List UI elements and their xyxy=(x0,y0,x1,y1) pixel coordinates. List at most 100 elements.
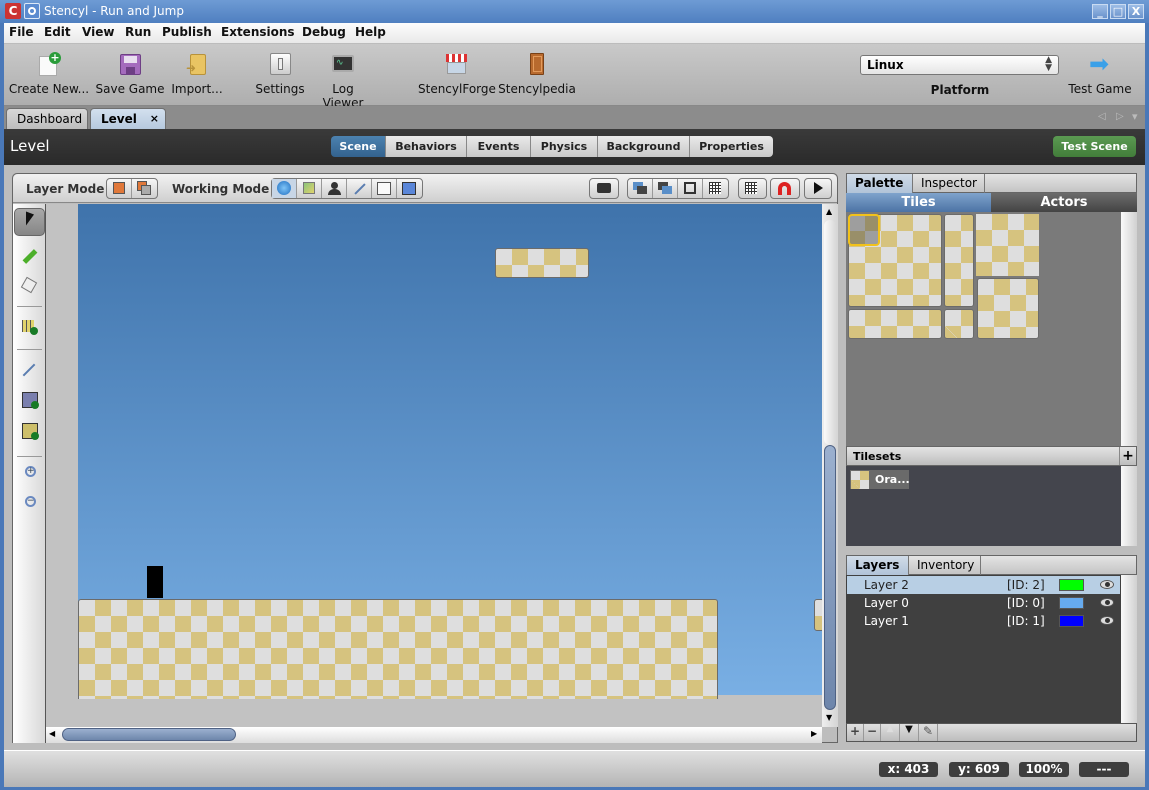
tab-physics[interactable]: Physics xyxy=(531,136,598,157)
platform-select[interactable]: Linux ▲ ▼ xyxy=(860,55,1059,75)
close-button[interactable]: X xyxy=(1128,4,1144,19)
menu-run[interactable]: Run xyxy=(125,25,151,39)
tab-tiles[interactable]: Tiles xyxy=(846,193,991,212)
tab-behaviors[interactable]: Behaviors xyxy=(386,136,467,157)
play-icon[interactable] xyxy=(805,179,831,198)
menu-publish[interactable]: Publish xyxy=(162,25,212,39)
settings-button[interactable]: Settings xyxy=(254,52,306,96)
menu-file[interactable]: File xyxy=(9,25,34,39)
layer-color-swatch[interactable] xyxy=(1059,579,1084,591)
test-scene-button[interactable]: Test Scene xyxy=(1053,136,1136,157)
region-mode-icon[interactable] xyxy=(372,179,397,198)
tab-inspector[interactable]: Inspector xyxy=(913,174,985,193)
selected-tile[interactable] xyxy=(848,214,880,246)
layer-row[interactable]: Layer 1 [ID: 1] xyxy=(847,612,1120,630)
tile-mode-icon[interactable] xyxy=(297,179,322,198)
player-actor[interactable] xyxy=(147,566,163,598)
tab-actors[interactable]: Actors xyxy=(991,193,1137,212)
grid-view-icon[interactable] xyxy=(703,179,728,198)
tab-next-icon[interactable]: ▷ xyxy=(1116,111,1124,122)
save-game-button[interactable]: Save Game xyxy=(94,52,166,96)
zoom-in-tool[interactable]: + xyxy=(14,462,45,490)
vertical-scroll-thumb[interactable] xyxy=(824,445,836,710)
test-game-button[interactable]: ➡ Test Game xyxy=(1064,52,1136,96)
tab-prev-icon[interactable]: ◁ xyxy=(1098,111,1106,122)
menu-edit[interactable]: Edit xyxy=(44,25,71,39)
tab-events[interactable]: Events xyxy=(467,136,531,157)
zoom-out-tool[interactable]: − xyxy=(14,492,45,520)
bucket-fill-tool[interactable] xyxy=(14,272,45,300)
tile-swatch[interactable] xyxy=(848,309,942,339)
layer-row[interactable]: Layer 2 [ID: 2] xyxy=(847,576,1120,594)
floating-platform[interactable] xyxy=(495,248,589,278)
tile-swatch[interactable] xyxy=(977,278,1039,339)
screen-bounds-icon[interactable] xyxy=(678,179,703,198)
stencylpedia-button[interactable]: Stencylpedia xyxy=(498,52,576,96)
palette-scrollbar[interactable] xyxy=(1121,212,1137,446)
tile-swatch[interactable] xyxy=(944,309,974,339)
add-tileset-button[interactable]: + xyxy=(1119,447,1136,465)
tab-properties[interactable]: Properties xyxy=(690,136,773,157)
tab-level[interactable]: Level × xyxy=(90,108,166,129)
layer-color-swatch[interactable] xyxy=(1059,615,1084,627)
window-menu-icon[interactable] xyxy=(24,3,40,19)
add-layer-button[interactable]: + xyxy=(847,724,864,741)
create-new-button[interactable]: + Create New... xyxy=(8,52,90,96)
terrain-tool[interactable] xyxy=(14,418,45,446)
globe-mode-icon[interactable] xyxy=(272,179,297,198)
tab-inventory[interactable]: Inventory xyxy=(909,556,981,575)
horizontal-scroll-thumb[interactable] xyxy=(62,728,236,741)
select-tool[interactable] xyxy=(14,208,45,236)
tab-background[interactable]: Background xyxy=(598,136,690,157)
camera-icon[interactable] xyxy=(590,179,618,198)
horizontal-scrollbar[interactable]: ◀ ▶ xyxy=(46,727,822,743)
grid-settings-icon[interactable] xyxy=(739,179,766,198)
eye-icon[interactable] xyxy=(1100,616,1114,625)
move-layer-down-button[interactable]: ▼ xyxy=(900,724,919,741)
background-view-icon[interactable] xyxy=(628,179,653,198)
maximize-button[interactable]: □ xyxy=(1110,4,1126,19)
tile-stamp-tool[interactable] xyxy=(14,314,45,342)
actor-mode-icon[interactable] xyxy=(322,179,347,198)
terrain-mode-icon[interactable] xyxy=(397,179,422,198)
tileset-item[interactable]: Ora... xyxy=(850,470,910,489)
menu-help[interactable]: Help xyxy=(355,25,386,39)
joint-tool[interactable] xyxy=(14,356,45,384)
tile-swatch[interactable] xyxy=(976,214,1039,276)
layer-row[interactable]: Layer 0 [ID: 0] xyxy=(847,594,1120,612)
tile-swatch[interactable] xyxy=(944,214,974,307)
tab-layers[interactable]: Layers xyxy=(847,556,909,575)
move-layer-up-button[interactable]: ▲ xyxy=(881,724,900,741)
all-layers-mode-button[interactable] xyxy=(132,179,157,198)
scroll-down-icon[interactable]: ▼ xyxy=(826,713,832,722)
close-tab-icon[interactable]: × xyxy=(150,112,159,125)
region-tool[interactable] xyxy=(14,387,45,415)
ground-platform[interactable] xyxy=(78,599,718,699)
scroll-right-icon[interactable]: ▶ xyxy=(811,729,817,738)
eye-icon[interactable] xyxy=(1100,598,1114,607)
menu-view[interactable]: View xyxy=(82,25,114,39)
tilesets-scrollbar[interactable] xyxy=(1121,466,1137,546)
log-viewer-button[interactable]: ∿ Log Viewer xyxy=(310,52,376,110)
magnet-snap-icon[interactable] xyxy=(771,179,799,198)
eye-icon[interactable] xyxy=(1100,580,1114,589)
menu-debug[interactable]: Debug xyxy=(302,25,346,39)
stencylforge-button[interactable]: StencylForge xyxy=(418,52,496,96)
edge-platform[interactable] xyxy=(814,599,822,631)
tab-palette[interactable]: Palette xyxy=(847,174,913,193)
tab-scene[interactable]: Scene xyxy=(331,136,386,157)
scene-canvas[interactable] xyxy=(46,204,822,727)
tab-dashboard[interactable]: Dashboard xyxy=(6,108,88,129)
remove-layer-button[interactable]: − xyxy=(864,724,881,741)
pencil-tool[interactable] xyxy=(14,242,45,270)
layer-color-swatch[interactable] xyxy=(1059,597,1084,609)
minimize-button[interactable]: _ xyxy=(1092,4,1108,19)
joint-mode-icon[interactable] xyxy=(347,179,372,198)
menu-extensions[interactable]: Extensions xyxy=(221,25,295,39)
single-layer-mode-button[interactable] xyxy=(107,179,132,198)
scroll-up-icon[interactable]: ▲ xyxy=(826,207,832,216)
scroll-left-icon[interactable]: ◀ xyxy=(49,729,55,738)
rename-layer-button[interactable]: ✎ xyxy=(919,724,938,741)
tab-list-icon[interactable]: ▾ xyxy=(1132,110,1138,123)
layers-scrollbar[interactable] xyxy=(1121,575,1137,723)
